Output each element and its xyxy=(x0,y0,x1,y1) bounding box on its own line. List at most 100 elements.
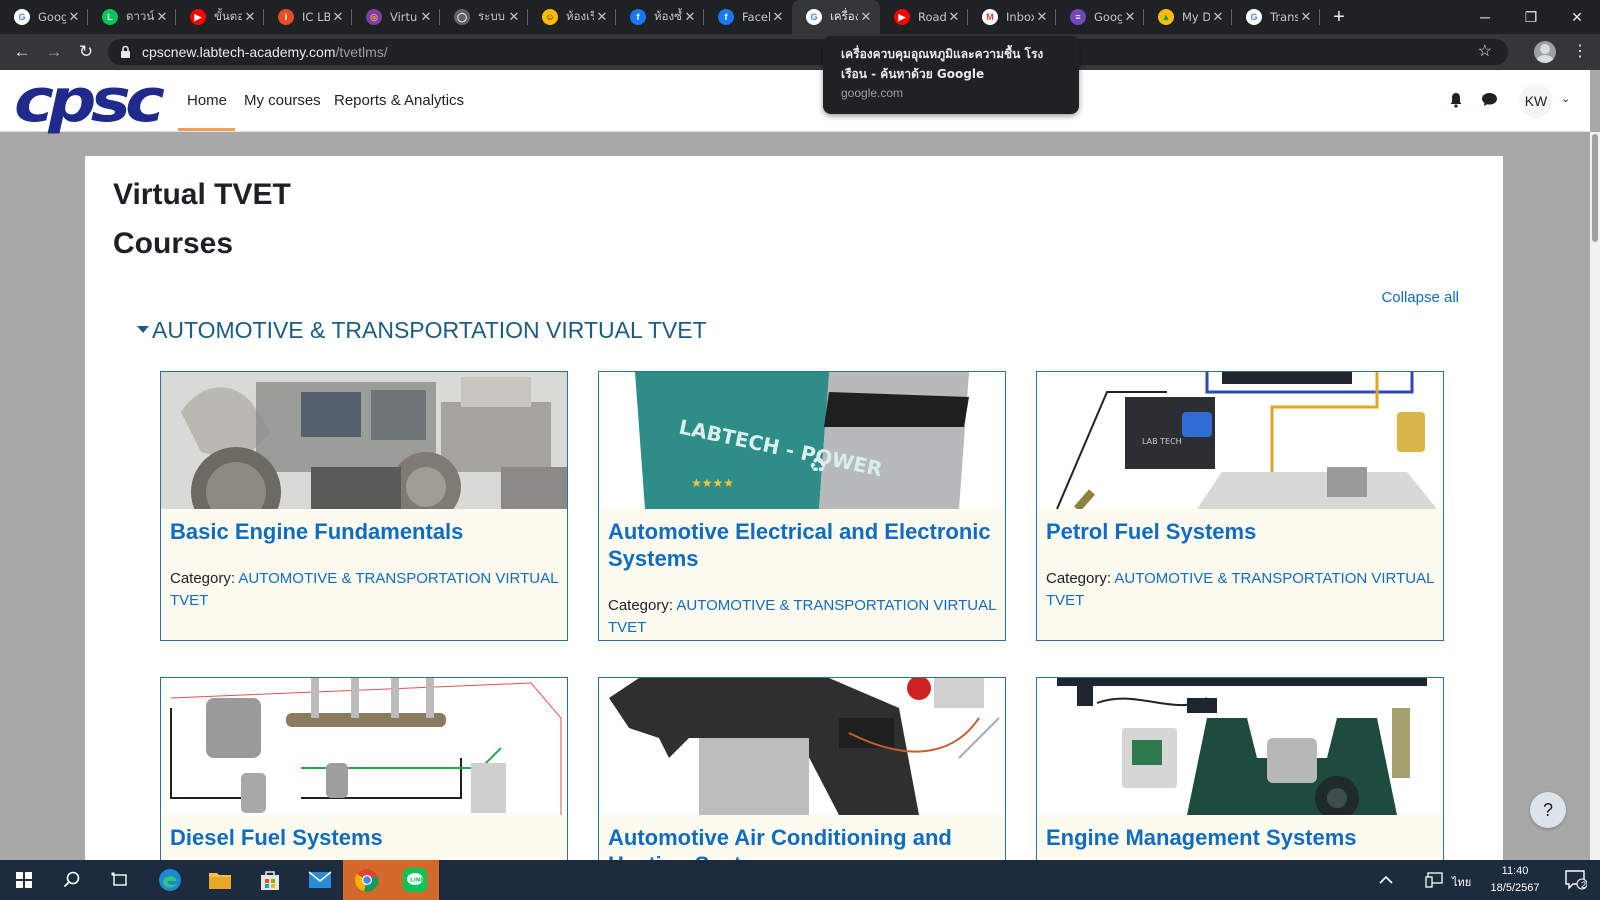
clock-time[interactable]: 11:40 xyxy=(1480,865,1550,877)
line-app-icon[interactable]: LINE xyxy=(391,860,439,900)
edge-icon[interactable] xyxy=(146,860,194,900)
google-icon: G xyxy=(14,9,30,25)
browser-tab[interactable]: ☺ ห้องเรียน✕ xyxy=(528,0,616,34)
browser-tab[interactable]: ▲ My Drive✕ xyxy=(1144,0,1232,34)
close-window-button[interactable]: ✕ xyxy=(1554,0,1600,34)
chrome-icon[interactable] xyxy=(343,860,391,900)
course-title[interactable]: Engine Management Systems xyxy=(1046,824,1436,851)
tab-title: Google xyxy=(1094,10,1122,24)
close-tab-icon[interactable]: ✕ xyxy=(682,9,698,25)
tab-title: ดาวน์โหลด xyxy=(126,9,154,23)
drive-icon: ▲ xyxy=(1158,9,1174,25)
tab-title: ระบบ xyxy=(478,9,505,23)
course-card[interactable]: Automotive Air Conditioning and Heating … xyxy=(598,677,1006,877)
site-header: cpsc Home My courses Reports & Analytics… xyxy=(0,70,1590,132)
category-label: Category: xyxy=(608,597,674,614)
facebook-icon: f xyxy=(630,9,646,25)
clock-date[interactable]: 18/5/2567 xyxy=(1480,882,1550,894)
mail-icon[interactable] xyxy=(296,860,344,900)
course-card[interactable]: Diesel Fuel Systems xyxy=(160,677,568,877)
back-icon[interactable]: ← xyxy=(10,40,34,64)
close-tab-icon[interactable]: ✕ xyxy=(154,9,170,25)
address-bar[interactable]: cpscnew.labtech-academy.com/tvetlms/ ☆ xyxy=(108,39,1508,65)
course-card[interactable]: Engine Management Systems xyxy=(1036,677,1444,877)
browser-tab[interactable]: ≡ Google✕ xyxy=(1056,0,1144,34)
windows-start-icon[interactable] xyxy=(0,860,48,900)
network-icon[interactable] xyxy=(1410,860,1458,900)
bookmark-star-icon[interactable]: ☆ xyxy=(1478,41,1492,61)
course-title[interactable]: Petrol Fuel Systems xyxy=(1046,518,1436,545)
close-tab-icon[interactable]: ✕ xyxy=(242,9,258,25)
close-tab-icon[interactable]: ✕ xyxy=(418,9,434,25)
browser-tab[interactable]: G Google✕ xyxy=(0,0,88,34)
course-image-battery[interactable]: LABTECH - POWER ♻ ★★★★ xyxy=(599,372,1005,509)
browser-tab[interactable]: G เครื่อง ✕ xyxy=(792,0,880,34)
category-collapse-icon[interactable] xyxy=(137,326,149,333)
language-indicator[interactable]: ไทย xyxy=(1452,873,1471,891)
youtube-icon: ▶ xyxy=(894,9,910,25)
course-image-air-conditioning[interactable] xyxy=(599,678,1005,815)
restore-button[interactable]: ❐ xyxy=(1508,0,1554,34)
browser-tab[interactable]: ▶ Road ✕ xyxy=(880,0,968,34)
browser-tab[interactable]: ▶ ขั้นตอน✕ xyxy=(176,0,264,34)
browser-menu-icon[interactable]: ⋮ xyxy=(1572,41,1588,61)
store-icon[interactable] xyxy=(246,860,294,900)
chevron-down-icon[interactable]: ⌄ xyxy=(1561,92,1570,105)
help-button[interactable]: ? xyxy=(1530,792,1566,828)
nav-home[interactable]: Home xyxy=(187,92,227,109)
browser-tab[interactable]: G Translate✕ xyxy=(1232,0,1320,34)
course-image-engine-management[interactable] xyxy=(1037,678,1443,815)
browser-tab[interactable]: ◯ ระบบ ✕ xyxy=(440,0,528,34)
close-tab-icon[interactable]: ✕ xyxy=(506,9,522,25)
category-heading[interactable]: AUTOMOTIVE & TRANSPORTATION VIRTUAL TVET xyxy=(152,317,707,344)
tab-hover-tooltip: เครื่องควบคุมอุณหภูมิและความชื้น โรงเรือ… xyxy=(823,36,1079,114)
course-card[interactable]: Basic Engine Fundamentals Category: AUTO… xyxy=(160,371,568,641)
messages-icon[interactable] xyxy=(1481,92,1498,107)
nav-reports-analytics[interactable]: Reports & Analytics xyxy=(334,92,464,109)
course-image-petrol-fuel[interactable]: LAB TECH xyxy=(1037,372,1443,509)
close-tab-icon[interactable]: ✕ xyxy=(858,9,874,25)
user-avatar[interactable]: KW xyxy=(1519,84,1553,118)
close-tab-icon[interactable]: ✕ xyxy=(1034,9,1050,25)
close-tab-icon[interactable]: ✕ xyxy=(66,9,82,25)
reload-icon[interactable]: ↻ xyxy=(74,40,98,64)
browser-tab[interactable]: L ดาวน์โหลด✕ xyxy=(88,0,176,34)
browser-tab[interactable]: i IC LB ✕ xyxy=(264,0,352,34)
file-explorer-icon[interactable] xyxy=(196,860,244,900)
page-scrollbar[interactable] xyxy=(1590,132,1600,860)
lock-icon xyxy=(121,45,130,58)
task-view-icon[interactable] xyxy=(96,860,144,900)
close-tab-icon[interactable]: ✕ xyxy=(1210,9,1226,25)
browser-tab[interactable]: M Inbox✕ xyxy=(968,0,1056,34)
svg-text:♻: ♻ xyxy=(809,453,827,477)
minimize-button[interactable]: ─ xyxy=(1462,0,1508,34)
search-icon[interactable] xyxy=(48,860,96,900)
collapse-all-link[interactable]: Collapse all xyxy=(1381,289,1459,306)
course-title[interactable]: Basic Engine Fundamentals xyxy=(170,518,560,545)
nav-my-courses[interactable]: My courses xyxy=(244,92,321,109)
close-tab-icon[interactable]: ✕ xyxy=(1298,9,1314,25)
chevron-up-icon[interactable] xyxy=(1362,860,1410,900)
scrollbar-thumb[interactable] xyxy=(1592,134,1598,242)
new-tab-button[interactable]: + xyxy=(1324,6,1354,29)
course-card[interactable]: LABTECH - POWER ♻ ★★★★ Automotive Electr… xyxy=(598,371,1006,641)
course-category: Category: AUTOMOTIVE & TRANSPORTATION VI… xyxy=(1046,568,1436,612)
close-tab-icon[interactable]: ✕ xyxy=(770,9,786,25)
notification-icon[interactable]: 2 xyxy=(1552,860,1600,900)
close-tab-icon[interactable]: ✕ xyxy=(1122,9,1138,25)
close-tab-icon[interactable]: ✕ xyxy=(594,9,610,25)
close-tab-icon[interactable]: ✕ xyxy=(946,9,962,25)
forward-icon[interactable]: → xyxy=(42,40,66,64)
course-image-diesel-fuel[interactable] xyxy=(161,678,567,815)
course-image-engine[interactable] xyxy=(161,372,567,509)
browser-tab[interactable]: ◎ Virtual✕ xyxy=(352,0,440,34)
course-title[interactable]: Diesel Fuel Systems xyxy=(170,824,560,851)
browser-tab[interactable]: f ห้องซ้ำ ✕ xyxy=(616,0,704,34)
browser-tab[interactable]: f Facebook✕ xyxy=(704,0,792,34)
course-card[interactable]: LAB TECH Petrol Fuel Systems Category: A… xyxy=(1036,371,1444,641)
browser-profile-icon[interactable] xyxy=(1534,41,1556,63)
course-title[interactable]: Automotive Electrical and Electronic Sys… xyxy=(608,518,998,572)
close-tab-icon[interactable]: ✕ xyxy=(330,9,346,25)
bell-icon[interactable] xyxy=(1449,92,1463,108)
site-logo[interactable]: cpsc xyxy=(14,71,165,131)
